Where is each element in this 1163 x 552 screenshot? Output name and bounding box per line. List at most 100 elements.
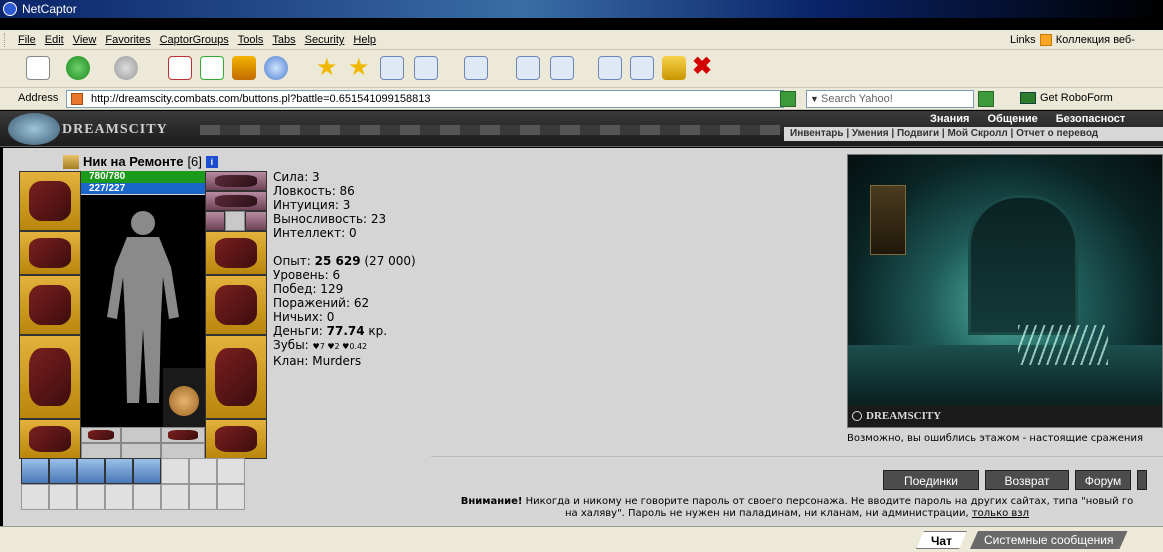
link-security[interactable]: Безопасност	[1056, 113, 1126, 125]
close-tab-icon[interactable]: ✖	[692, 55, 716, 80]
scroll-slot-4[interactable]	[105, 458, 133, 484]
menu-favorites[interactable]: Favorites	[105, 30, 150, 50]
window-view-icon[interactable]	[630, 56, 654, 80]
return-button[interactable]: Возврат	[985, 470, 1069, 490]
necklace-slot[interactable]	[205, 191, 267, 211]
scroll-slot-1[interactable]	[21, 458, 49, 484]
location-scene[interactable]: DREAMSCITY	[847, 154, 1163, 428]
pet-slot[interactable]	[163, 368, 205, 428]
search-go-icon[interactable]	[978, 91, 994, 107]
weapon-slot[interactable]	[19, 275, 81, 335]
menubar-grip[interactable]	[4, 33, 7, 47]
print-icon[interactable]	[516, 56, 540, 80]
duels-button[interactable]: Поединки	[883, 470, 979, 490]
go-icon[interactable]	[780, 91, 796, 107]
address-input[interactable]: http://dreamscity.combats.com/buttons.pl…	[66, 90, 784, 108]
back-icon[interactable]	[66, 56, 90, 80]
earring-slot[interactable]	[205, 171, 267, 191]
warning-link[interactable]: только взл	[972, 508, 1029, 519]
scene-logo-icon	[852, 411, 862, 421]
link-knowledge[interactable]: Знания	[930, 113, 969, 125]
info-icon[interactable]: i	[205, 155, 218, 168]
scroll-slot-7[interactable]	[189, 458, 217, 484]
yahoo-search-input[interactable]: ▼ Search Yahoo!	[806, 90, 974, 108]
offhand-slot[interactable]	[205, 275, 267, 335]
ring-slot-1[interactable]	[205, 211, 225, 231]
helmet-slot[interactable]	[19, 171, 81, 231]
link-communication[interactable]: Общение	[987, 113, 1037, 125]
scroll-slot-14[interactable]	[161, 484, 189, 510]
armor-slot[interactable]	[19, 335, 81, 419]
belt-slot[interactable]	[19, 419, 81, 459]
menu-edit[interactable]: Edit	[45, 30, 64, 50]
history-icon[interactable]	[380, 56, 404, 80]
ring-slot-2[interactable]	[225, 211, 245, 231]
font-size-icon[interactable]	[464, 56, 488, 80]
stat-wins: Побед: 129	[273, 282, 344, 296]
ring-slot-3[interactable]	[245, 211, 267, 231]
scroll-slot-13[interactable]	[133, 484, 161, 510]
mail-icon[interactable]	[414, 56, 438, 80]
boots-slot[interactable]	[205, 419, 267, 459]
scroll-slot-16[interactable]	[217, 484, 245, 510]
scroll-slot-5[interactable]	[133, 458, 161, 484]
search-icon[interactable]	[264, 56, 288, 80]
forum-button[interactable]: Форум	[1075, 470, 1131, 490]
more-button[interactable]	[1137, 470, 1147, 490]
scroll-slot-10[interactable]	[49, 484, 77, 510]
scroll-slot-8[interactable]	[217, 458, 245, 484]
sub-navigation[interactable]: Инвентарь | Умения | Подвиги | Мой Скрол…	[784, 127, 1163, 141]
links-collection-item[interactable]: Коллекция веб-	[1056, 30, 1135, 50]
menu-file[interactable]: File	[18, 30, 36, 50]
scroll-slot-11[interactable]	[77, 484, 105, 510]
menu-captorgroups[interactable]: CaptorGroups	[160, 30, 229, 50]
scroll-slot-6[interactable]	[161, 458, 189, 484]
stat-draws: Ничьих: 0	[273, 310, 335, 324]
edit-icon[interactable]	[550, 56, 574, 80]
scroll-slot-9[interactable]	[21, 484, 49, 510]
tab-chat[interactable]: Чат	[916, 531, 967, 549]
chain-slot-3[interactable]	[161, 443, 205, 459]
tab-view-icon[interactable]	[598, 56, 622, 80]
stat-teeth: Зубы: ♥7 ♥2 ♥0.42	[273, 338, 416, 354]
menu-help[interactable]: Help	[353, 30, 376, 50]
search-dropdown-icon[interactable]: ▼	[810, 91, 819, 107]
stat-intellect: Интеллект: 0	[273, 226, 357, 240]
roboform-button[interactable]: Get RoboForm	[1020, 92, 1113, 104]
scroll-slot-3[interactable]	[77, 458, 105, 484]
bracers-slot[interactable]	[19, 231, 81, 275]
collection-icon	[1039, 34, 1052, 46]
scroll-slot-2[interactable]	[49, 458, 77, 484]
archway-image	[968, 195, 1078, 335]
address-bar: Address http://dreamscity.combats.com/bu…	[0, 88, 1163, 110]
scroll-slot-12[interactable]	[105, 484, 133, 510]
potion-slot-1[interactable]	[81, 427, 121, 443]
money-unit: кр.	[364, 324, 388, 338]
links-label[interactable]: Links	[1010, 30, 1036, 50]
toolbar: ★ ★ ✖	[0, 50, 1163, 88]
forward-icon[interactable]	[114, 56, 138, 80]
tab-system-messages[interactable]: Системные сообщения	[970, 531, 1128, 549]
gloves-slot[interactable]	[205, 231, 267, 275]
scroll-slot-15[interactable]	[189, 484, 217, 510]
refresh-icon[interactable]	[200, 56, 224, 80]
chain-slot-2[interactable]	[121, 443, 161, 459]
lock-icon[interactable]	[662, 56, 686, 80]
menu-tabs[interactable]: Tabs	[272, 30, 295, 50]
roboform-icon	[1020, 92, 1036, 104]
menu-security[interactable]: Security	[305, 30, 345, 50]
menu-view[interactable]: View	[73, 30, 97, 50]
new-document-icon[interactable]	[26, 56, 50, 80]
stat-endurance: Выносливость: 23	[273, 212, 387, 226]
legs-slot[interactable]	[205, 335, 267, 419]
stop-icon[interactable]	[168, 56, 192, 80]
password-warning: Внимание! Никогда и никому не говорите п…	[431, 496, 1163, 520]
menu-tools[interactable]: Tools	[238, 30, 264, 50]
chain-slot-1[interactable]	[81, 443, 121, 459]
favorites-star-icon[interactable]: ★	[316, 56, 340, 80]
potion-slot-2[interactable]	[121, 427, 161, 443]
add-favorite-icon[interactable]: ★	[348, 56, 372, 80]
potion-slot-3[interactable]	[161, 427, 205, 443]
home-icon[interactable]	[232, 56, 256, 80]
hp-bar: 780/780	[81, 171, 205, 183]
